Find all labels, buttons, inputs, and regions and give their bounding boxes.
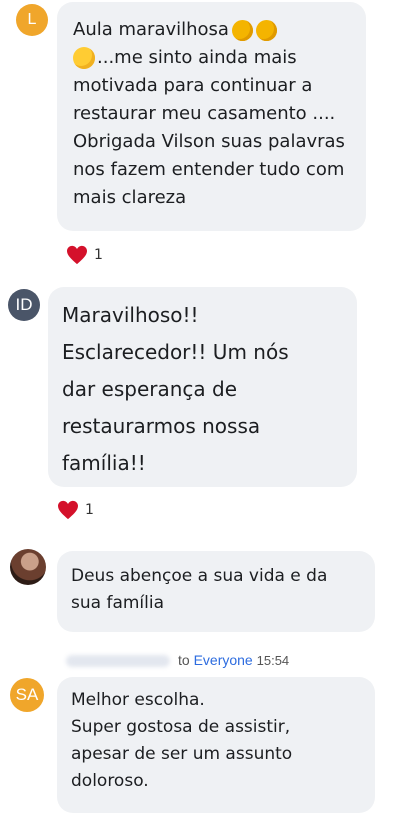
avatar-id[interactable]: ID (8, 289, 40, 321)
avatar-sa[interactable]: SA (10, 678, 44, 712)
message-text-2: Maravilhoso!! Esclarecedor!! Um nós dar … (62, 303, 289, 475)
sender-name-redacted (66, 655, 170, 668)
avatar-photo[interactable] (10, 549, 46, 585)
avatar-initials: SA (15, 685, 39, 704)
heart-icon (67, 245, 87, 265)
message-bubble-4: Melhor escolha. Super gostosa de assisti… (57, 677, 375, 813)
message-timestamp: 15:54 (256, 653, 290, 668)
message-meta-4: to Everyone 15:54 (66, 652, 289, 668)
message-line-1: Aula maravilhosa (73, 19, 229, 40)
to-label: to (178, 652, 190, 668)
message-bubble-3: Deus abençoe a sua vida e da sua família (57, 551, 375, 632)
message-text-4: Melhor escolha. Super gostosa de assisti… (71, 690, 293, 791)
hugging-face-icon (73, 47, 95, 69)
message-rest-1: ...me sinto ainda mais motivada para con… (73, 47, 345, 208)
heart-icon (58, 500, 78, 520)
reaction-count: 1 (94, 247, 103, 263)
avatar-initials: ID (15, 295, 33, 314)
avatar-l[interactable]: L (16, 4, 48, 36)
message-text-1: Aula maravilhosa ...me sinto ainda mais … (73, 16, 350, 212)
avatar-initials: L (27, 11, 37, 28)
message-bubble-2: Maravilhoso!! Esclarecedor!! Um nós dar … (48, 287, 357, 487)
clapping-hands-icon (231, 19, 253, 41)
reaction-count: 1 (85, 502, 94, 518)
message-bubble-1: Aula maravilhosa ...me sinto ainda mais … (57, 2, 366, 231)
message-text-3: Deus abençoe a sua vida e da sua família (71, 566, 328, 613)
reaction-bar-2[interactable]: 1 (57, 500, 94, 520)
recipient-everyone[interactable]: Everyone (194, 652, 253, 668)
clapping-hands-icon (255, 19, 277, 41)
reaction-bar-1[interactable]: 1 (66, 245, 103, 265)
